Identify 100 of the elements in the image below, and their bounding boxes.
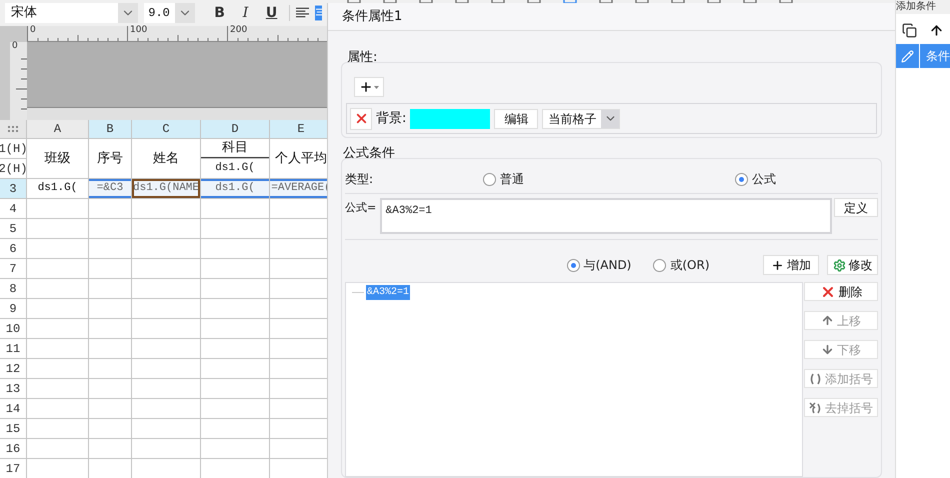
table-cell[interactable] <box>132 439 200 458</box>
table-cell[interactable] <box>27 459 88 478</box>
select-all-corner[interactable] <box>0 120 26 138</box>
table-cell[interactable] <box>201 379 269 398</box>
row-header[interactable]: 15 <box>0 419 26 438</box>
row-header[interactable]: 16 <box>0 439 26 458</box>
table-cell[interactable] <box>27 299 88 318</box>
text-style-button[interactable]: U <box>260 3 283 24</box>
radio-button[interactable] <box>483 172 496 186</box>
text-style-button[interactable]: B <box>208 3 231 24</box>
row-header[interactable]: 8 <box>0 279 26 298</box>
table-cell[interactable] <box>201 459 269 478</box>
table-cell[interactable] <box>201 219 269 238</box>
table-cell[interactable]: ds1.G( <box>27 179 88 198</box>
table-cell[interactable] <box>201 239 269 258</box>
row-header[interactable]: 14 <box>0 399 26 418</box>
table-cell[interactable] <box>89 219 131 238</box>
align-center-icon[interactable] <box>314 5 322 22</box>
table-cell[interactable] <box>27 199 88 218</box>
radio-option[interactable]: 或(OR) <box>653 256 710 274</box>
table-cell[interactable] <box>132 339 200 358</box>
table-cell[interactable] <box>27 219 88 238</box>
table-cell[interactable] <box>132 359 200 378</box>
table-cell[interactable] <box>27 359 88 378</box>
copy-icon[interactable] <box>902 22 917 38</box>
table-cell[interactable] <box>201 399 269 418</box>
table-cell[interactable] <box>201 419 269 438</box>
table-cell[interactable] <box>201 319 269 338</box>
row-header[interactable]: 6 <box>0 239 26 258</box>
table-cell[interactable] <box>27 279 88 298</box>
table-cell[interactable] <box>27 319 88 338</box>
font-select[interactable]: 宋体 <box>5 3 138 24</box>
font-size-select[interactable]: 9.0 <box>144 3 195 24</box>
table-cell[interactable] <box>89 439 131 458</box>
table-cell[interactable] <box>201 359 269 378</box>
scope-select[interactable]: 当前格子 <box>542 108 620 128</box>
table-cell[interactable] <box>201 439 269 458</box>
table-cell[interactable] <box>201 299 269 318</box>
table-cell[interactable] <box>201 279 269 298</box>
table-cell[interactable] <box>89 279 131 298</box>
table-cell[interactable]: ds1.G( <box>201 179 269 198</box>
define-button[interactable]: 定义 <box>834 198 878 217</box>
table-cell[interactable] <box>27 239 88 258</box>
radio-button[interactable] <box>653 258 666 272</box>
radio-button[interactable] <box>735 172 748 186</box>
table-cell[interactable] <box>201 259 269 278</box>
table-cell[interactable] <box>27 339 88 358</box>
table-cell[interactable]: =&C3 <box>89 179 131 198</box>
column-header[interactable]: B <box>89 120 131 138</box>
table-cell[interactable] <box>89 339 131 358</box>
table-cell[interactable] <box>132 239 200 258</box>
column-header[interactable]: D <box>201 120 269 138</box>
table-cell[interactable] <box>89 199 131 218</box>
add-button[interactable]: 增加 <box>763 255 820 275</box>
row-header[interactable]: 3 <box>0 179 26 198</box>
table-cell[interactable] <box>27 419 88 438</box>
row-header[interactable]: 9 <box>0 299 26 318</box>
table-cell[interactable] <box>89 419 131 438</box>
remove-button[interactable] <box>350 108 372 130</box>
column-header[interactable]: C <box>132 120 200 138</box>
table-cell[interactable] <box>27 439 88 458</box>
table-cell[interactable] <box>132 419 200 438</box>
color-swatch[interactable] <box>410 108 490 128</box>
align-left-icon[interactable] <box>296 7 309 20</box>
table-cell[interactable] <box>132 279 200 298</box>
text-style-button[interactable]: I <box>234 3 257 24</box>
edit-button[interactable]: 编辑 <box>494 108 538 128</box>
radio-option[interactable]: 普通 <box>483 170 735 188</box>
side-button[interactable]: 删除 <box>804 282 878 301</box>
modify-button[interactable]: 修改 <box>827 255 878 275</box>
row-header[interactable]: 4 <box>0 199 26 218</box>
table-cell[interactable] <box>132 219 200 238</box>
table-cell[interactable] <box>201 199 269 218</box>
row-header[interactable]: 13 <box>0 379 26 398</box>
row-header[interactable]: 10 <box>0 319 26 338</box>
table-cell[interactable] <box>89 239 131 258</box>
table-cell[interactable] <box>132 379 200 398</box>
row-header[interactable]: 17 <box>0 459 26 478</box>
table-cell[interactable] <box>132 299 200 318</box>
row-header[interactable]: 12 <box>0 359 26 378</box>
table-cell[interactable] <box>132 399 200 418</box>
radio-button[interactable] <box>566 258 580 272</box>
table-cell[interactable] <box>132 319 200 338</box>
row-header[interactable]: 7 <box>0 259 26 278</box>
formula-field[interactable]: &A3%2=1 <box>380 198 832 234</box>
table-cell[interactable] <box>27 379 88 398</box>
radio-option[interactable]: 公式 <box>735 170 776 188</box>
table-cell[interactable] <box>89 459 131 478</box>
table-cell[interactable] <box>201 339 269 358</box>
table-cell[interactable] <box>89 399 131 418</box>
row-header[interactable]: 5 <box>0 219 26 238</box>
add-attribute-button[interactable] <box>354 77 384 97</box>
table-cell[interactable] <box>27 399 88 418</box>
column-header[interactable]: A <box>27 120 88 138</box>
table-cell[interactable] <box>132 459 200 478</box>
radio-option[interactable]: 与(AND) <box>566 256 632 274</box>
table-cell[interactable] <box>89 259 131 278</box>
table-cell[interactable] <box>132 259 200 278</box>
table-cell[interactable] <box>89 319 131 338</box>
table-cell[interactable] <box>89 299 131 318</box>
